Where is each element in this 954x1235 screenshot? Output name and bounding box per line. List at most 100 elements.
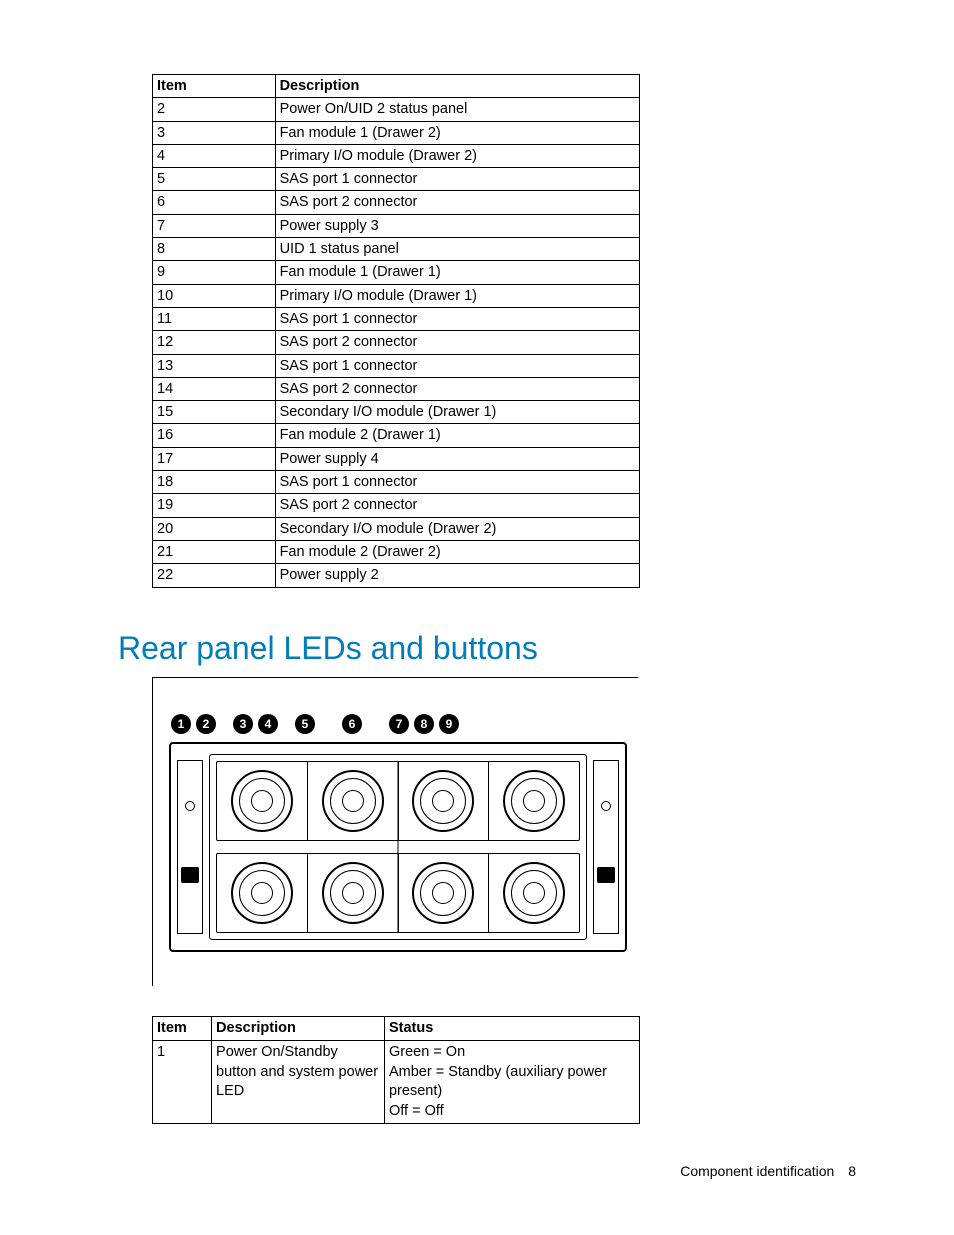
table-row: 21Fan module 2 (Drawer 2): [153, 540, 640, 563]
cell-status: Green = On Amber = Standby (auxiliary po…: [384, 1041, 639, 1124]
cell-desc: Fan module 2 (Drawer 1): [275, 424, 639, 447]
table-row: 1Power On/Standby button and system powe…: [153, 1041, 640, 1124]
callout-row: 12345 6 789: [171, 714, 638, 734]
cell-desc: Fan module 1 (Drawer 2): [275, 121, 639, 144]
cell-desc: SAS port 1 connector: [275, 354, 639, 377]
fan-icon: [412, 862, 474, 924]
cell-desc: Power On/Standby button and system power…: [212, 1041, 385, 1124]
cell-desc: Power supply 3: [275, 214, 639, 237]
cell-desc: Secondary I/O module (Drawer 2): [275, 517, 639, 540]
fan-icon: [322, 862, 384, 924]
cell-desc: SAS port 1 connector: [275, 307, 639, 330]
cell-item: 3: [153, 121, 276, 144]
table-row: 13SAS port 1 connector: [153, 354, 640, 377]
th-desc: Description: [212, 1016, 385, 1041]
table-row: 14SAS port 2 connector: [153, 377, 640, 400]
table-row: 22Power supply 2: [153, 564, 640, 587]
table-row: 15Secondary I/O module (Drawer 1): [153, 401, 640, 424]
device-chassis: [169, 742, 627, 952]
table-row: 11SAS port 1 connector: [153, 307, 640, 330]
fan-tray-bottom: [216, 853, 580, 933]
cell-desc: Power supply 4: [275, 447, 639, 470]
table-row: 17Power supply 4: [153, 447, 640, 470]
fan-icon: [231, 770, 293, 832]
cell-item: 14: [153, 377, 276, 400]
cell-item: 21: [153, 540, 276, 563]
section-heading: Rear panel LEDs and buttons: [118, 630, 894, 667]
psu-left: [177, 760, 203, 934]
cell-item: 12: [153, 331, 276, 354]
table-row: 3Fan module 1 (Drawer 2): [153, 121, 640, 144]
cell-item: 16: [153, 424, 276, 447]
status-table: Item Description Status 1Power On/Standb…: [152, 1016, 640, 1125]
fan-icon: [412, 770, 474, 832]
cell-item: 11: [153, 307, 276, 330]
cell-desc: Power supply 2: [275, 564, 639, 587]
table-row: 10Primary I/O module (Drawer 1): [153, 284, 640, 307]
cell-item: 15: [153, 401, 276, 424]
table-row: 18SAS port 1 connector: [153, 471, 640, 494]
footer-page-number: 8: [848, 1163, 856, 1179]
th-item: Item: [153, 1016, 212, 1041]
callout-bubble: 7: [389, 714, 409, 734]
table-row: 20Secondary I/O module (Drawer 2): [153, 517, 640, 540]
inner-frame: [209, 754, 587, 940]
cell-desc: SAS port 2 connector: [275, 377, 639, 400]
cell-item: 9: [153, 261, 276, 284]
fan-tray-top: [216, 761, 580, 841]
callout-bubble: 2: [196, 714, 216, 734]
callout-bubble: 6: [342, 714, 362, 734]
table-row: 5SAS port 1 connector: [153, 168, 640, 191]
footer-section: Component identification: [680, 1163, 834, 1179]
cell-item: 4: [153, 144, 276, 167]
table-row: 16Fan module 2 (Drawer 1): [153, 424, 640, 447]
fan-icon: [503, 770, 565, 832]
table-row: 12SAS port 2 connector: [153, 331, 640, 354]
cell-item: 22: [153, 564, 276, 587]
page-footer: Component identification 8: [680, 1163, 856, 1179]
table-row: 7Power supply 3: [153, 214, 640, 237]
cell-desc: SAS port 2 connector: [275, 331, 639, 354]
callout-bubble: 8: [414, 714, 434, 734]
cell-item: 5: [153, 168, 276, 191]
cell-desc: SAS port 1 connector: [275, 471, 639, 494]
table-row: 6SAS port 2 connector: [153, 191, 640, 214]
fan-icon: [322, 770, 384, 832]
fan-icon: [503, 862, 565, 924]
cell-desc: Secondary I/O module (Drawer 1): [275, 401, 639, 424]
th-status: Status: [384, 1016, 639, 1041]
cell-desc: UID 1 status panel: [275, 238, 639, 261]
callout-bubble: 4: [258, 714, 278, 734]
cell-item: 7: [153, 214, 276, 237]
psu-right: [593, 760, 619, 934]
table-row: 19SAS port 2 connector: [153, 494, 640, 517]
cell-item: 19: [153, 494, 276, 517]
table-row: 9Fan module 1 (Drawer 1): [153, 261, 640, 284]
cell-item: 6: [153, 191, 276, 214]
callout-bubble: 5: [295, 714, 315, 734]
cell-item: 20: [153, 517, 276, 540]
cell-desc: Fan module 1 (Drawer 1): [275, 261, 639, 284]
table-row: 8UID 1 status panel: [153, 238, 640, 261]
cell-item: 17: [153, 447, 276, 470]
cell-item: 2: [153, 98, 276, 121]
component-table: Item Description 2Power On/UID 2 status …: [152, 74, 640, 588]
callout-bubble: 3: [233, 714, 253, 734]
cell-desc: Primary I/O module (Drawer 2): [275, 144, 639, 167]
cell-desc: Primary I/O module (Drawer 1): [275, 284, 639, 307]
cell-desc: SAS port 2 connector: [275, 494, 639, 517]
rear-panel-figure: 12345 6 789: [152, 677, 638, 986]
cell-desc: SAS port 2 connector: [275, 191, 639, 214]
th-item: Item: [153, 75, 276, 98]
cell-desc: Fan module 2 (Drawer 2): [275, 540, 639, 563]
cell-item: 13: [153, 354, 276, 377]
callout-bubble: 1: [171, 714, 191, 734]
table-row: 4Primary I/O module (Drawer 2): [153, 144, 640, 167]
cell-item: 10: [153, 284, 276, 307]
cell-item: 8: [153, 238, 276, 261]
th-desc: Description: [275, 75, 639, 98]
callout-bubble: 9: [439, 714, 459, 734]
cell-item: 1: [153, 1041, 212, 1124]
cell-desc: SAS port 1 connector: [275, 168, 639, 191]
table-row: 2Power On/UID 2 status panel: [153, 98, 640, 121]
